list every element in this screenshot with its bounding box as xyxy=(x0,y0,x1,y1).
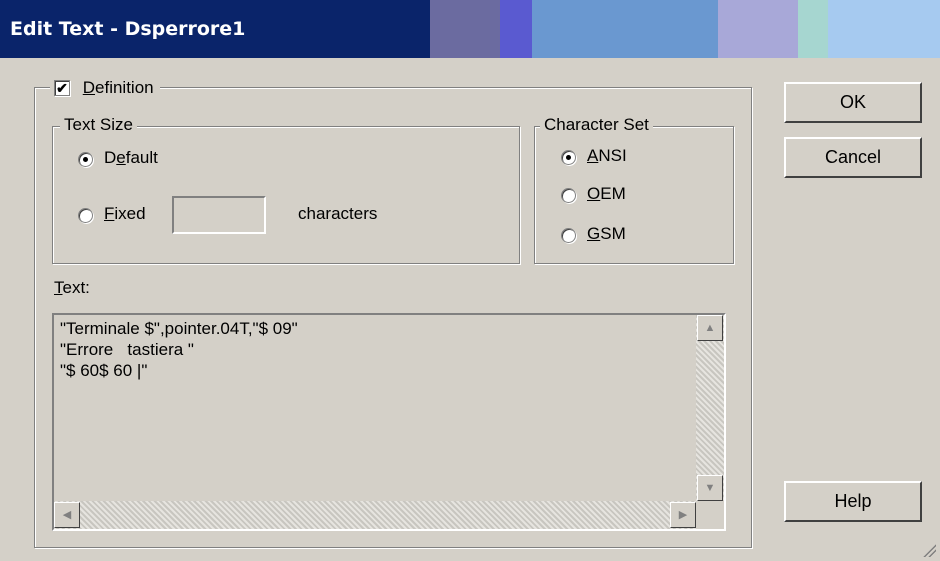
text-content-area[interactable]: "Terminale $",pointer.04T,"$ 09" "Errore… xyxy=(52,313,726,531)
text-size-legend: Text Size xyxy=(60,115,137,135)
resize-grip-icon[interactable] xyxy=(922,543,936,557)
charset-ansi-radio[interactable] xyxy=(561,150,576,165)
text-field-label: Text: xyxy=(54,278,90,297)
title-bar-gradient-segment xyxy=(828,0,940,58)
help-button[interactable]: Help xyxy=(784,481,922,522)
vertical-scrollbar[interactable]: ▲ ▼ xyxy=(696,315,724,501)
text-line: "Errore tastiera " xyxy=(60,340,194,359)
fixed-characters-input[interactable] xyxy=(172,196,266,234)
title-bar-gradient-segment xyxy=(500,0,532,58)
check-icon: ✔ xyxy=(56,79,68,96)
charset-oem-radio[interactable] xyxy=(561,188,576,203)
scroll-left-arrow-icon[interactable]: ◀ xyxy=(54,502,80,528)
text-size-group xyxy=(52,126,520,264)
scroll-up-arrow-icon[interactable]: ▲ xyxy=(697,315,723,341)
default-size-radio[interactable] xyxy=(78,152,93,167)
definition-legend[interactable]: ✔ Definition xyxy=(50,76,160,100)
title-bar-gradient-segment xyxy=(430,0,500,58)
title-bar-gradient-segment xyxy=(532,0,718,58)
title-bar[interactable]: Edit Text - Dsperrore1 xyxy=(0,0,940,58)
ok-button[interactable]: OK xyxy=(784,82,922,123)
dialog-body: ✔ Definition Text Size Default Fixed cha… xyxy=(0,58,940,561)
definition-label: Definition xyxy=(82,78,154,97)
scroll-right-arrow-icon[interactable]: ▶ xyxy=(670,502,696,528)
window-title: Edit Text - Dsperrore1 xyxy=(10,18,246,40)
characters-label: characters xyxy=(298,204,378,223)
fixed-size-radio[interactable] xyxy=(78,208,93,223)
text-line: "$ 60$ 60 |" xyxy=(60,361,148,380)
charset-gsm-radio[interactable] xyxy=(561,228,576,243)
charset-gsm-label[interactable]: GSM xyxy=(587,224,626,244)
definition-checkbox[interactable]: ✔ xyxy=(54,79,70,96)
scrollbar-corner xyxy=(696,501,724,529)
character-set-legend: Character Set xyxy=(540,115,653,135)
text-line: "Terminale $",pointer.04T,"$ 09" xyxy=(60,319,298,338)
title-bar-gradient-segment xyxy=(798,0,828,58)
charset-ansi-label[interactable]: ANSI xyxy=(587,146,627,166)
charset-oem-label[interactable]: OEM xyxy=(587,184,626,204)
default-size-label[interactable]: Default xyxy=(104,148,158,168)
fixed-size-label[interactable]: Fixed xyxy=(104,204,146,224)
horizontal-scrollbar[interactable]: ◀ ▶ xyxy=(54,501,696,529)
cancel-button[interactable]: Cancel xyxy=(784,137,922,178)
title-bar-gradient-segment xyxy=(718,0,798,58)
scroll-down-arrow-icon[interactable]: ▼ xyxy=(697,475,723,501)
